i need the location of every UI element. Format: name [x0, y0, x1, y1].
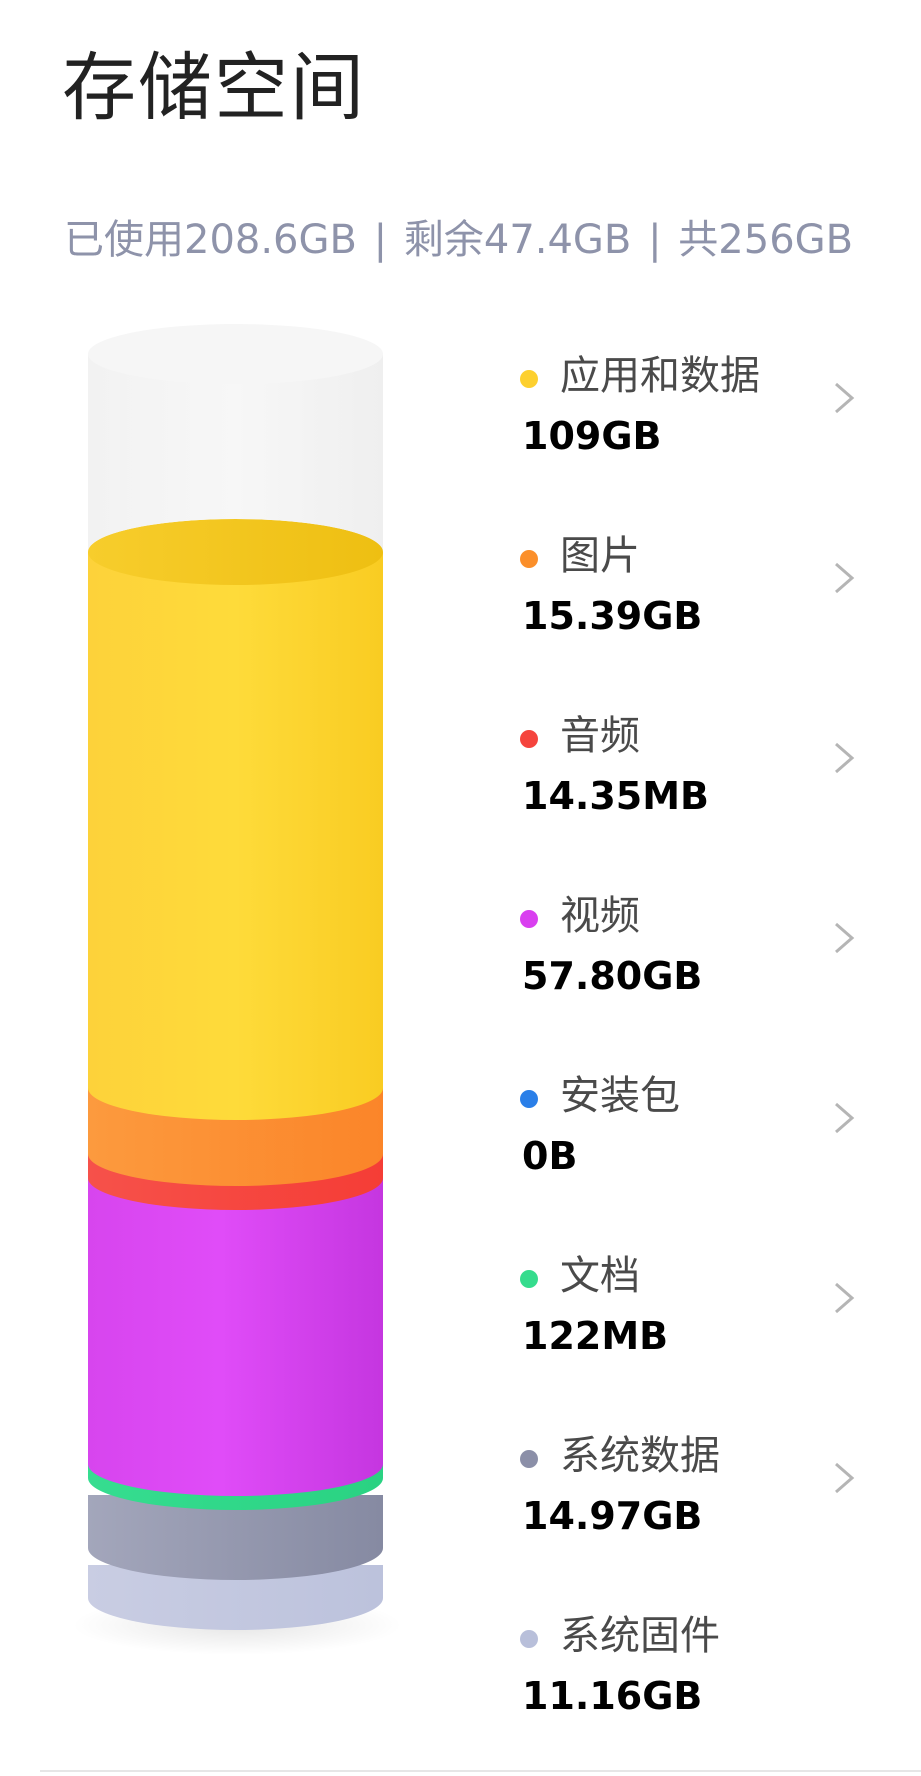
page-title: 存储空间: [62, 45, 366, 131]
chevron-right-icon: [835, 922, 855, 954]
chevron-right-icon: [835, 1102, 855, 1134]
category-system-data[interactable]: 系统数据 14.97GB: [520, 1418, 890, 1548]
summary-separator: |: [373, 217, 388, 263]
storage-summary: 已使用208.6GB | 剩余47.4GB | 共256GB: [64, 212, 853, 268]
images-color-dot: [520, 550, 538, 568]
category-documents[interactable]: 文档 122MB: [520, 1238, 890, 1368]
category-size: 14.97GB: [522, 1494, 703, 1538]
category-audio[interactable]: 音频 14.35MB: [520, 698, 890, 828]
category-name: 系统数据: [560, 1433, 720, 1479]
category-size: 109GB: [522, 414, 662, 458]
system-firmware-color-dot: [520, 1630, 538, 1648]
cylinder-shadow: [72, 1595, 402, 1655]
system-data-color-dot: [520, 1450, 538, 1468]
documents-color-dot: [520, 1270, 538, 1288]
category-name: 应用和数据: [560, 353, 760, 399]
segment-video: [88, 1178, 383, 1496]
chevron-right-icon: [835, 742, 855, 774]
video-color-dot: [520, 910, 538, 928]
audio-color-dot: [520, 730, 538, 748]
category-size: 11.16GB: [522, 1674, 703, 1718]
category-install-packages[interactable]: 安装包 0B: [520, 1058, 890, 1188]
apps-data-color-dot: [520, 370, 538, 388]
segment-apps-data-top: [88, 519, 383, 585]
category-video[interactable]: 视频 57.80GB: [520, 878, 890, 1008]
category-name: 图片: [560, 533, 640, 579]
category-apps-data[interactable]: 应用和数据 109GB: [520, 338, 890, 468]
category-name: 文档: [560, 1253, 640, 1299]
category-size: 14.35MB: [522, 774, 709, 818]
segment-audio: [88, 1148, 383, 1210]
chevron-right-icon: [835, 562, 855, 594]
chevron-right-icon: [835, 1282, 855, 1314]
category-name: 系统固件: [560, 1613, 720, 1659]
category-size: 122MB: [522, 1314, 669, 1358]
category-name: 安装包: [560, 1073, 680, 1119]
chevron-right-icon: [835, 382, 855, 414]
summary-separator: |: [648, 217, 662, 263]
category-size: 15.39GB: [522, 594, 703, 638]
cylinder-top: [88, 324, 383, 384]
install-packages-color-dot: [520, 1090, 538, 1108]
segment-system-firmware: [88, 1565, 383, 1630]
category-name: 视频: [560, 893, 640, 939]
used-storage-text: 已使用208.6GB: [64, 217, 357, 263]
chevron-right-icon: [835, 1462, 855, 1494]
total-storage-text: 共256GB: [678, 217, 854, 263]
segment-system-data: [88, 1495, 383, 1580]
segment-images: [88, 1088, 383, 1186]
category-size: 0B: [522, 1134, 578, 1178]
category-size: 57.80GB: [522, 954, 703, 998]
category-name: 音频: [560, 713, 640, 759]
segment-apps-data: [88, 545, 383, 1120]
segment-documents: [88, 1463, 383, 1510]
remaining-storage-text: 剩余47.4GB: [403, 217, 632, 263]
bottom-divider: [40, 1770, 921, 1772]
segment-free-space: [88, 354, 383, 552]
category-images[interactable]: 图片 15.39GB: [520, 518, 890, 648]
category-system-firmware: 系统固件 11.16GB: [520, 1598, 890, 1728]
